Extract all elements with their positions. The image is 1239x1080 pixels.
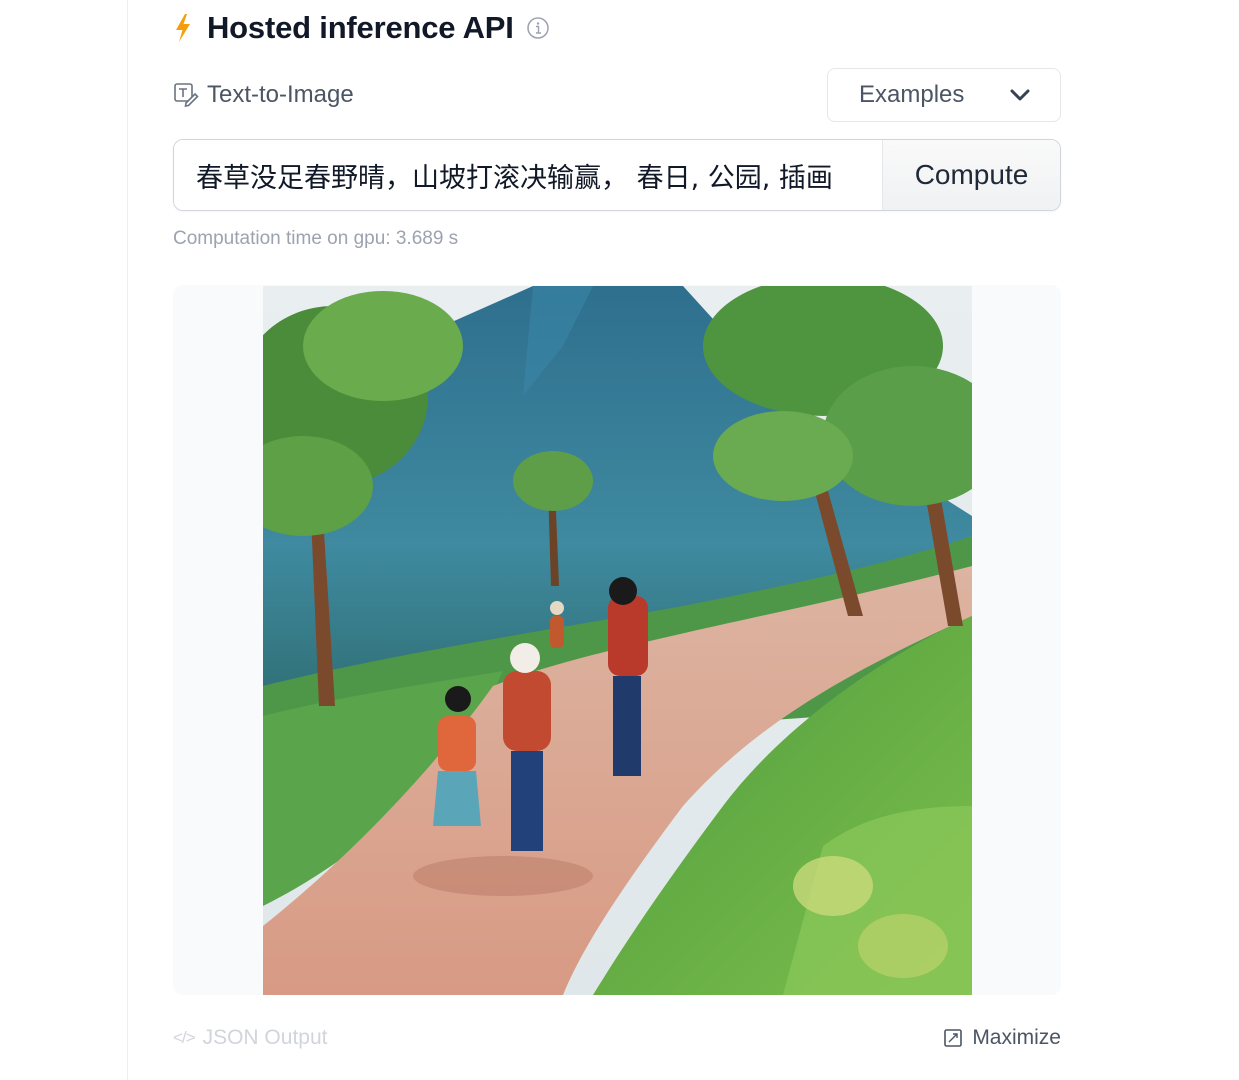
chevron-down-icon	[1010, 89, 1030, 101]
prompt-row: 春草没足春野晴，山坡打滚决输赢， 春日, 公园, 插画 Compute	[173, 139, 1061, 211]
json-output-label: JSON Output	[202, 1026, 328, 1049]
json-output-toggle[interactable]: </> JSON Output	[173, 1026, 327, 1050]
maximize-icon	[944, 1029, 963, 1047]
task-label: Text-to-Image	[173, 81, 354, 109]
examples-label: Examples	[859, 81, 965, 108]
maximize-label: Maximize	[972, 1026, 1061, 1049]
info-circle-icon[interactable]	[526, 17, 549, 39]
text-to-image-icon	[174, 83, 199, 107]
widget-header: Hosted inference API	[173, 8, 549, 48]
task-row: Text-to-Image Examples	[173, 68, 1061, 124]
prompt-input[interactable]: 春草没足春野晴，山坡打滚决输赢， 春日, 公园, 插画	[174, 140, 882, 210]
task-name: Text-to-Image	[207, 81, 354, 108]
code-icon: </>	[173, 1028, 196, 1047]
widget-title: Hosted inference API	[207, 10, 514, 45]
page-divider	[127, 0, 128, 1080]
lightning-bolt-icon	[173, 13, 193, 43]
generated-image	[263, 286, 972, 995]
computation-time: Computation time on gpu: 3.689 s	[173, 228, 459, 249]
maximize-button[interactable]: Maximize	[944, 1026, 1061, 1050]
compute-button[interactable]: Compute	[882, 140, 1060, 210]
examples-dropdown[interactable]: Examples	[827, 68, 1061, 122]
output-image-panel	[173, 285, 1061, 995]
widget-footer: </> JSON Output Maximize	[173, 1022, 1061, 1058]
